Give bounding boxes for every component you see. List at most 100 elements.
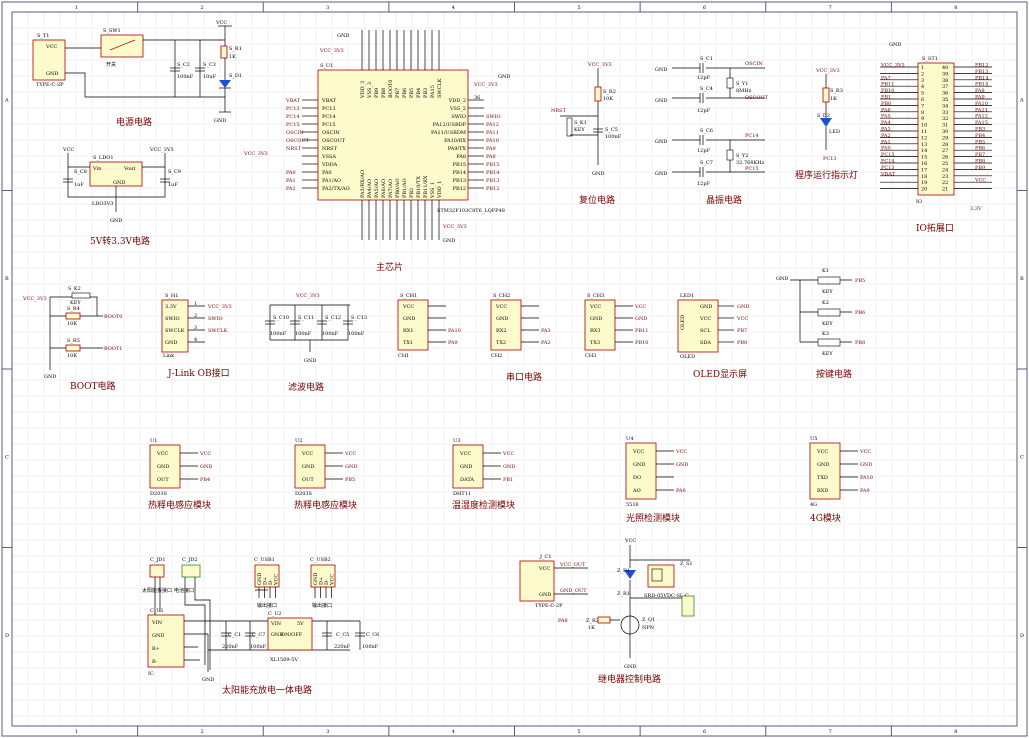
io-net-right: PB12 xyxy=(975,63,988,69)
xtal-y2: S_Y2 xyxy=(736,153,748,159)
title-keys: 按键电路 xyxy=(816,368,852,380)
mcu-pin-right: PA11/USBDM xyxy=(431,130,466,136)
io-net-right: PB3 xyxy=(975,127,985,133)
jc1-net-gnd: GND_OUT xyxy=(560,588,587,594)
ldo-pin-vin: Vin xyxy=(92,166,102,172)
power-circuit: S_T1 VCC GND TYPE-C-2P S_SW1 开关 S_C2 100… xyxy=(32,20,242,128)
switch-part: 开关 xyxy=(106,61,116,68)
sensor-net: PB5 xyxy=(345,477,355,483)
boot-vcc: VCC_3V3 xyxy=(22,296,47,302)
runled-vcc: VCC_3V3 xyxy=(815,68,840,74)
io-num-right: 26 xyxy=(942,155,948,161)
io-num-left: 3 xyxy=(921,78,924,84)
border-col-top: 4 xyxy=(452,5,455,11)
io-gnd: GND xyxy=(889,42,901,48)
u2-pin-onoff: ON/OFF xyxy=(281,632,303,638)
oled-name: OLED xyxy=(680,354,695,360)
reset-r2-val: 10K xyxy=(603,96,613,102)
title-ldo: 5V转3.3V电路 xyxy=(90,235,150,247)
mcu-pin-right: PB14 xyxy=(453,170,466,176)
title-temp: 温湿度检测模块 xyxy=(452,499,515,511)
sensor-name: DHT11 xyxy=(453,491,471,497)
mcu-gnd-bottom: GND xyxy=(443,238,455,244)
sensor-net: PA9 xyxy=(860,488,870,494)
relay-gnd: GND xyxy=(624,664,636,670)
uart-net: PA2 xyxy=(541,340,551,346)
usb1-label: 输出接口 xyxy=(257,602,277,609)
oled-pin: VCC xyxy=(699,316,711,322)
uart-pin: RX3 xyxy=(590,328,601,334)
mcu-net-right: SWIO xyxy=(486,114,501,120)
usb-pin: VCC xyxy=(330,574,336,586)
title-crystal: 晶振电路 xyxy=(706,194,742,206)
mcu-pin-top: PB5 xyxy=(409,88,415,98)
solar-c6-val: 100nF xyxy=(362,644,379,650)
sensor-net: VCC xyxy=(859,449,871,455)
ldo-part: LDO3V3 xyxy=(92,201,113,207)
boot-circuit: VCC_3V3 S_K2 KEY S_R4 10K S_R5 10K BOOT0… xyxy=(22,286,122,392)
io-num-right: 27 xyxy=(942,148,948,154)
border-row-left: C xyxy=(5,454,9,460)
sensor-pin: VCC xyxy=(459,451,471,457)
title-relay: 继电器控制电路 xyxy=(598,673,661,685)
io-net-right: PA11 xyxy=(975,107,988,113)
io-net-left: PC13 xyxy=(881,165,895,171)
runled-r3: S_R3 xyxy=(830,88,843,94)
reset-k1-val: KEY xyxy=(574,127,585,133)
oled-pin: GND xyxy=(700,304,712,310)
title-4g: 4G模块 xyxy=(810,512,841,524)
power-switch xyxy=(100,34,144,58)
sensor-pin: GND xyxy=(633,462,645,468)
uart-name: CH1 xyxy=(398,353,409,359)
boot-r4-val: 10K xyxy=(67,321,77,327)
sensor-net: GND xyxy=(860,462,872,468)
title-io: IO拓展口 xyxy=(916,222,954,234)
jack-part: TYPE-C-2P xyxy=(36,82,64,88)
title-mcu: 主芯片 xyxy=(376,261,403,273)
io-net-left: VCC_3V3 xyxy=(880,63,905,69)
solar-u1-pin-vin: VIN xyxy=(151,620,163,626)
io-net-left: PB11 xyxy=(881,82,894,88)
xtal-oscout: OSCOUT xyxy=(745,95,769,101)
mcu-pin-left: PA1/AO xyxy=(322,178,341,184)
io-net-left: PA6 xyxy=(881,107,891,113)
mcu-part: STM32F103C8T6_LQFP48 xyxy=(437,208,505,214)
sensor-ref: U4 xyxy=(626,436,633,442)
runled-d2: S_D2 xyxy=(817,113,830,119)
mcu-vcc-left: VCC_3V3 xyxy=(243,151,268,157)
mcu-net-left: PA2 xyxy=(286,186,296,192)
io-net-right: PA10 xyxy=(975,101,988,107)
io-net-left: PB1 xyxy=(881,95,891,101)
jlink-ref: S_H1 xyxy=(165,293,178,299)
title-pir1: 热释电感应模块 xyxy=(148,499,211,511)
border-row-right: D xyxy=(1020,633,1024,639)
relay-r1: Z_R1 xyxy=(617,591,630,597)
boot-gnd: GND xyxy=(44,374,56,380)
mcu-pin-bottom: PA4/AO xyxy=(367,179,373,198)
power-led-icon xyxy=(219,80,231,88)
runled-r3-val: 1K xyxy=(830,96,837,102)
io-num-left: 16 xyxy=(921,161,927,167)
mcu-ref: S_U1 xyxy=(320,63,333,69)
power-jack-ref: S_T1 xyxy=(37,33,49,39)
uart-net: PA3 xyxy=(541,328,551,334)
sensor-pin: OUT xyxy=(302,477,314,483)
title-power: 电源电路 xyxy=(116,116,152,128)
xtal-c7: S_C7 xyxy=(700,160,713,166)
sensor-net: GND xyxy=(200,464,212,470)
mcu-pin-left: OSCOUT xyxy=(322,138,346,144)
mcu-pin-top: VDD_3 xyxy=(360,81,366,99)
filter-cap-ref: S_C11 xyxy=(298,315,314,321)
oled-pin: SCL xyxy=(700,328,711,334)
mcu-net-left: PA0 xyxy=(286,170,296,176)
schematic-canvas: 1122334455667788A AB BC CD D S_T1 VCC GND TY… xyxy=(1,1,1028,737)
uart-pin: VCC xyxy=(402,304,414,310)
border-col-top: 6 xyxy=(703,5,706,11)
io-num-right: 36 xyxy=(942,91,948,97)
sensor-ref: U5 xyxy=(810,436,817,442)
uart-net: PA10 xyxy=(448,328,461,334)
io-num-left: 20 xyxy=(921,187,927,193)
border-col-top: 1 xyxy=(75,5,78,11)
key-net-2: PB6 xyxy=(855,310,865,316)
jlink-pin: SWCLK xyxy=(165,328,185,334)
